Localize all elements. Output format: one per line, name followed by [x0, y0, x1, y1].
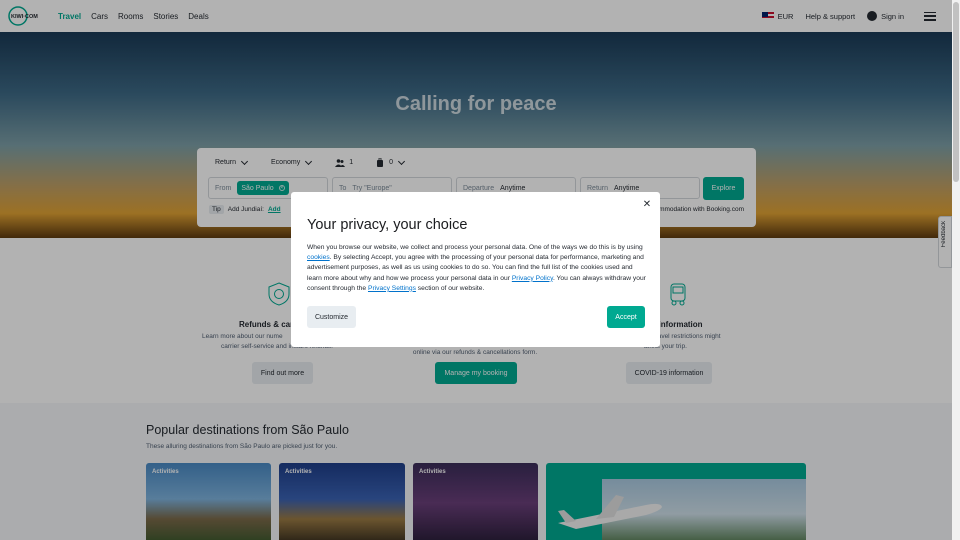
privacy-text-4: section of our website. [415, 284, 485, 292]
scrollbar[interactable] [952, 0, 960, 540]
cookies-link[interactable]: cookies [307, 254, 330, 261]
close-icon[interactable]: ✕ [642, 200, 652, 210]
privacy-modal-body: When you browse our website, we collect … [307, 243, 647, 294]
privacy-policy-link[interactable]: Privacy Policy [512, 275, 553, 282]
privacy-modal: ✕ Your privacy, your choice When you bro… [291, 192, 660, 347]
privacy-settings-link[interactable]: Privacy Settings [368, 285, 416, 292]
scrollbar-thumb[interactable] [953, 2, 959, 182]
accept-button[interactable]: Accept [607, 306, 645, 328]
privacy-text-1: When you browse our website, we collect … [307, 244, 643, 251]
customize-button[interactable]: Customize [307, 306, 356, 328]
privacy-modal-title: Your privacy, your choice [307, 217, 468, 233]
